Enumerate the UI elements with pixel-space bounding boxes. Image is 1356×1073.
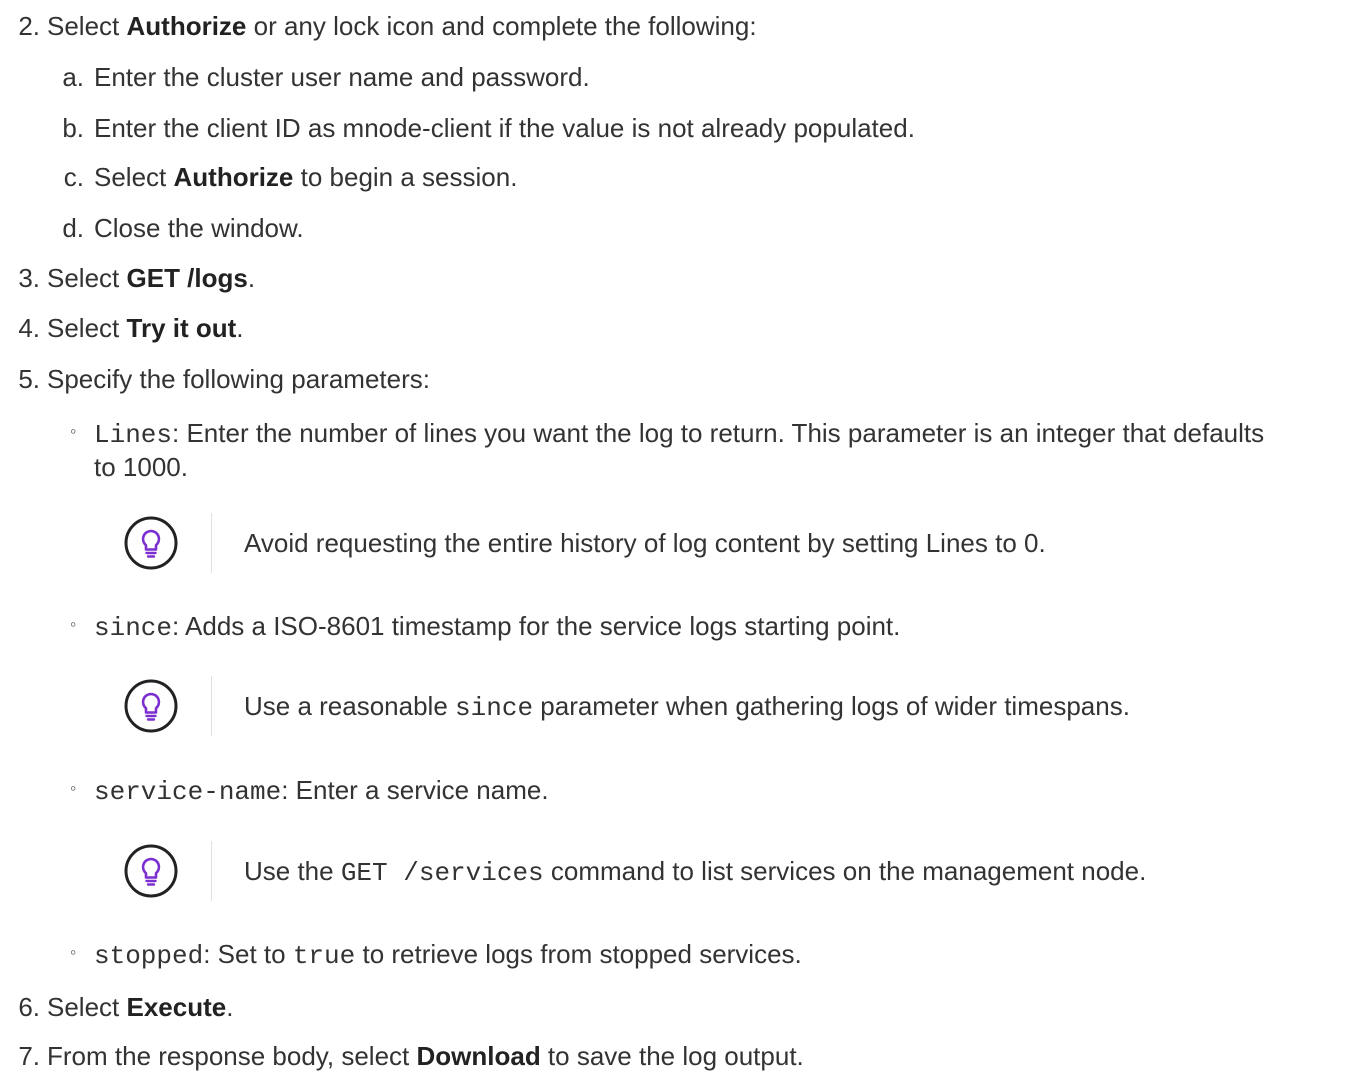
step-text: Enter the cluster user name and password… — [94, 62, 590, 92]
step-number: 6. — [18, 992, 40, 1022]
step-number: 2. — [18, 11, 40, 41]
tip-text-line: Avoid requesting the entire history of l… — [0, 526, 1356, 560]
step-2c: c. Select Authorize to begin a session. — [0, 160, 1356, 194]
step-text: Specify the following parameters: — [47, 364, 430, 394]
step-number: c. — [63, 162, 84, 192]
step-number: 3. — [18, 263, 40, 293]
step-number: d. — [62, 213, 84, 243]
tip-text-line: Use a reasonable since parameter when ga… — [0, 689, 1356, 723]
param-code-value: true — [292, 941, 356, 971]
authorize-label: Authorize — [126, 11, 247, 41]
param-text: service-name: Enter a service name. — [94, 775, 549, 807]
tip-text-line: Use the GET /services command to list se… — [0, 854, 1356, 888]
param-lines-continued: to 1000. — [0, 450, 1356, 484]
download-label: Download — [416, 1041, 541, 1071]
param-since: ◦ since: Adds a ISO-8601 timestamp for t… — [0, 609, 1356, 643]
param-service-name: ◦ service-name: Enter a service name. — [0, 773, 1356, 807]
step-number: b. — [62, 113, 84, 143]
step-number: 5. — [18, 364, 40, 394]
step-4: 4. Select Try it out. — [0, 311, 1356, 345]
param-stopped: ◦ stopped: Set to true to retrieve logs … — [0, 937, 1356, 971]
param-code: service-name — [94, 777, 282, 807]
step-text: Select Execute. — [47, 992, 234, 1022]
step-number: a. — [62, 62, 84, 92]
step-text: Select Authorize to begin a session. — [94, 162, 518, 192]
bullet-marker: ◦ — [70, 778, 77, 798]
step-7: 7. From the response body, select Downlo… — [0, 1039, 1356, 1073]
step-2d: d. Close the window. — [0, 211, 1356, 245]
instructions-document: 2. Select Authorize or any lock icon and… — [0, 0, 1356, 1073]
try-it-out-label: Try it out — [126, 313, 237, 343]
step-text: From the response body, select Download … — [47, 1041, 804, 1071]
param-text: to 1000. — [94, 452, 188, 482]
param-text: Lines: Enter the number of lines you wan… — [94, 418, 1265, 450]
param-code: stopped — [94, 941, 204, 971]
tip-text: Avoid requesting the entire history of l… — [244, 528, 1046, 558]
step-text: Select Authorize or any lock icon and co… — [47, 11, 757, 41]
tip-text: Use a reasonable since parameter when ga… — [244, 691, 1130, 723]
tip-code: since — [455, 693, 534, 723]
step-number: 7. — [18, 1041, 40, 1071]
bullet-marker: ◦ — [70, 421, 77, 441]
execute-label: Execute — [126, 992, 227, 1022]
step-2b: b. Enter the client ID as mnode-client i… — [0, 111, 1356, 145]
param-text: stopped: Set to true to retrieve logs fr… — [94, 939, 802, 971]
step-number: 4. — [18, 313, 40, 343]
tip-code: GET /services — [340, 858, 544, 888]
bullet-marker: ◦ — [70, 614, 77, 634]
step-text: Select Try it out. — [47, 313, 244, 343]
step-6: 6. Select Execute. — [0, 990, 1356, 1024]
step-3: 3. Select GET /logs. — [0, 261, 1356, 295]
authorize-label: Authorize — [173, 162, 294, 192]
tip-text: Use the GET /services command to list se… — [244, 856, 1147, 888]
bullet-marker: ◦ — [70, 942, 77, 962]
step-2: 2. Select Authorize or any lock icon and… — [0, 9, 1356, 43]
step-text: Select GET /logs. — [47, 263, 256, 293]
param-lines: ◦ Lines: Enter the number of lines you w… — [0, 416, 1356, 450]
step-2a: a. Enter the cluster user name and passw… — [0, 60, 1356, 94]
step-text: Enter the client ID as mnode-client if t… — [94, 113, 915, 143]
param-code: since — [94, 613, 173, 643]
param-text: since: Adds a ISO-8601 timestamp for the… — [94, 611, 901, 643]
step-5: 5. Specify the following parameters: — [0, 362, 1356, 396]
step-text: Close the window. — [94, 213, 304, 243]
get-logs-label: GET /logs — [126, 263, 248, 293]
param-code: Lines — [94, 420, 173, 450]
